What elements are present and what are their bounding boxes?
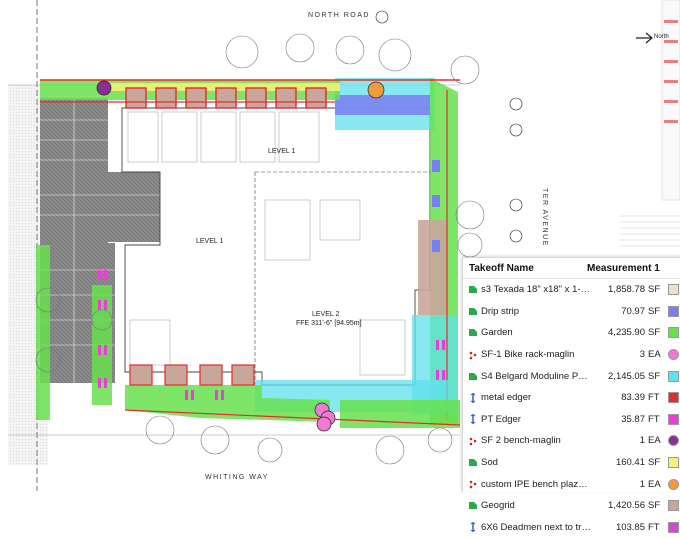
takeoff-name: Sod: [481, 457, 498, 469]
takeoff-header: Takeoff Name Measurement 1: [463, 258, 680, 279]
area-icon: [465, 307, 481, 316]
takeoff-unit: SF: [648, 457, 661, 469]
takeoff-row[interactable]: Sod 160.41 SF: [463, 452, 680, 474]
takeoff-unit: SF: [648, 500, 661, 512]
takeoff-unit: SF: [648, 284, 661, 296]
col-takeoff-name[interactable]: Takeoff Name: [469, 263, 587, 274]
north-road-label: NORTH ROAD: [308, 12, 370, 19]
takeoff-unit: FT: [648, 392, 660, 404]
takeoff-name: SF-1 Bike rack-maglin: [481, 349, 575, 361]
color-swatch[interactable]: [668, 478, 679, 490]
color-swatch[interactable]: [668, 349, 679, 361]
takeoff-list: s3 Texada 18" x18" x 1-5/8... 1,858.78 SF D…: [463, 279, 680, 538]
takeoff-quantity: 35.87: [621, 413, 645, 425]
takeoff-quantity: 4,235.90: [608, 327, 645, 339]
color-swatch[interactable]: [668, 500, 679, 512]
ipe-bench-marker[interactable]: [367, 81, 385, 99]
level1-left-label: LEVEL 1: [196, 238, 224, 245]
takeoff-row[interactable]: Drip strip 70.97 SF: [463, 301, 680, 323]
takeoff-quantity: 160.41: [615, 457, 645, 469]
takeoff-name: metal edger: [481, 392, 532, 404]
takeoff-quantity: 1,420.56: [608, 500, 645, 512]
takeoff-unit: SF: [648, 305, 661, 317]
takeoff-row[interactable]: SF-1 Bike rack-maglin 3 EA: [463, 344, 680, 366]
takeoff-unit: EA: [648, 349, 661, 361]
takeoff-name: PT Edger: [481, 413, 521, 425]
level1-top-label: LEVEL 1: [268, 148, 296, 155]
avenue-label: TER AVENUE: [541, 188, 548, 247]
takeoff-panel[interactable]: Takeoff Name Measurement 1 s3 Texada 18"…: [462, 257, 680, 533]
parking-lot-middle: [40, 172, 160, 242]
area-icon: [465, 328, 481, 337]
ffe-label: FFE 311'-6" [94.95m]: [296, 320, 362, 327]
takeoff-quantity: 1: [639, 478, 645, 490]
takeoff-name: 6X6 Deadmen next to trees ...: [481, 521, 591, 533]
color-swatch[interactable]: [668, 370, 679, 382]
drip-strip-top: [335, 95, 430, 115]
takeoff-quantity: 1,858.78: [608, 284, 645, 296]
count-icon: [465, 350, 481, 360]
takeoff-quantity: 2,145.05: [608, 370, 645, 382]
takeoff-unit: EA: [648, 478, 661, 490]
count-icon: [465, 436, 481, 446]
takeoff-unit: SF: [648, 370, 661, 382]
whiting-way-label: WHITING WAY: [205, 474, 269, 481]
color-swatch[interactable]: [668, 457, 679, 469]
takeoff-unit: SF: [648, 327, 661, 339]
level2-label: LEVEL 2: [312, 311, 340, 318]
takeoff-unit: FT: [648, 521, 660, 533]
takeoff-name: Drip strip: [481, 305, 520, 317]
count-icon: [465, 479, 481, 489]
takeoff-row[interactable]: SF 2 bench-maglin 1 EA: [463, 430, 680, 452]
area-icon: [465, 458, 481, 467]
north-label: North: [654, 34, 669, 40]
takeoff-name: Geogrid: [481, 500, 515, 512]
color-swatch[interactable]: [668, 327, 679, 339]
bench-marker[interactable]: [96, 80, 112, 96]
takeoff-unit: FT: [648, 413, 660, 425]
linear-icon: [465, 414, 481, 425]
takeoff-name: SF 2 bench-maglin: [481, 435, 561, 447]
takeoff-quantity: 103.85: [615, 521, 645, 533]
takeoff-row[interactable]: 6X6 Deadmen next to trees ... 103.85FT: [463, 517, 680, 538]
takeoff-row[interactable]: Garden 4,235.90 SF: [463, 322, 680, 344]
linear-icon: [465, 392, 481, 403]
takeoff-row[interactable]: S4 Belgard Moduline Pav... 2,145.05 SF: [463, 365, 680, 387]
takeoff-row[interactable]: custom IPE bench plaza 18' 3/16"... 1EA: [463, 473, 680, 495]
takeoff-row[interactable]: metal edger 83.39 FT: [463, 387, 680, 409]
color-swatch[interactable]: [668, 305, 679, 317]
color-swatch[interactable]: [668, 392, 679, 404]
takeoff-row[interactable]: Geogrid 1,420.56 SF: [463, 495, 680, 517]
area-icon: [465, 501, 481, 510]
takeoff-unit: EA: [648, 435, 661, 447]
area-icon: [465, 285, 481, 294]
takeoff-name: s3 Texada 18" x18" x 1-5/8...: [481, 284, 591, 296]
takeoff-name: custom IPE bench plaza 18' 3/16"...: [481, 478, 591, 490]
col-measurement-1[interactable]: Measurement 1: [587, 263, 677, 274]
color-swatch[interactable]: [668, 435, 679, 447]
color-swatch[interactable]: [668, 413, 679, 425]
takeoff-quantity: 83.39: [621, 392, 645, 404]
takeoff-quantity: 3: [639, 349, 645, 361]
takeoff-name: Garden: [481, 327, 513, 339]
takeoff-quantity: 1: [639, 435, 645, 447]
color-swatch[interactable]: [668, 284, 679, 296]
color-swatch[interactable]: [668, 521, 679, 533]
linear-icon: [465, 522, 481, 533]
area-icon: [465, 372, 481, 381]
north-arrow-icon: [636, 32, 653, 44]
takeoff-row[interactable]: s3 Texada 18" x18" x 1-5/8... 1,858.78 SF: [463, 279, 680, 301]
takeoff-name: S4 Belgard Moduline Pav...: [481, 370, 591, 382]
takeoff-row[interactable]: PT Edger 35.87 FT: [463, 409, 680, 431]
takeoff-quantity: 70.97: [621, 305, 645, 317]
